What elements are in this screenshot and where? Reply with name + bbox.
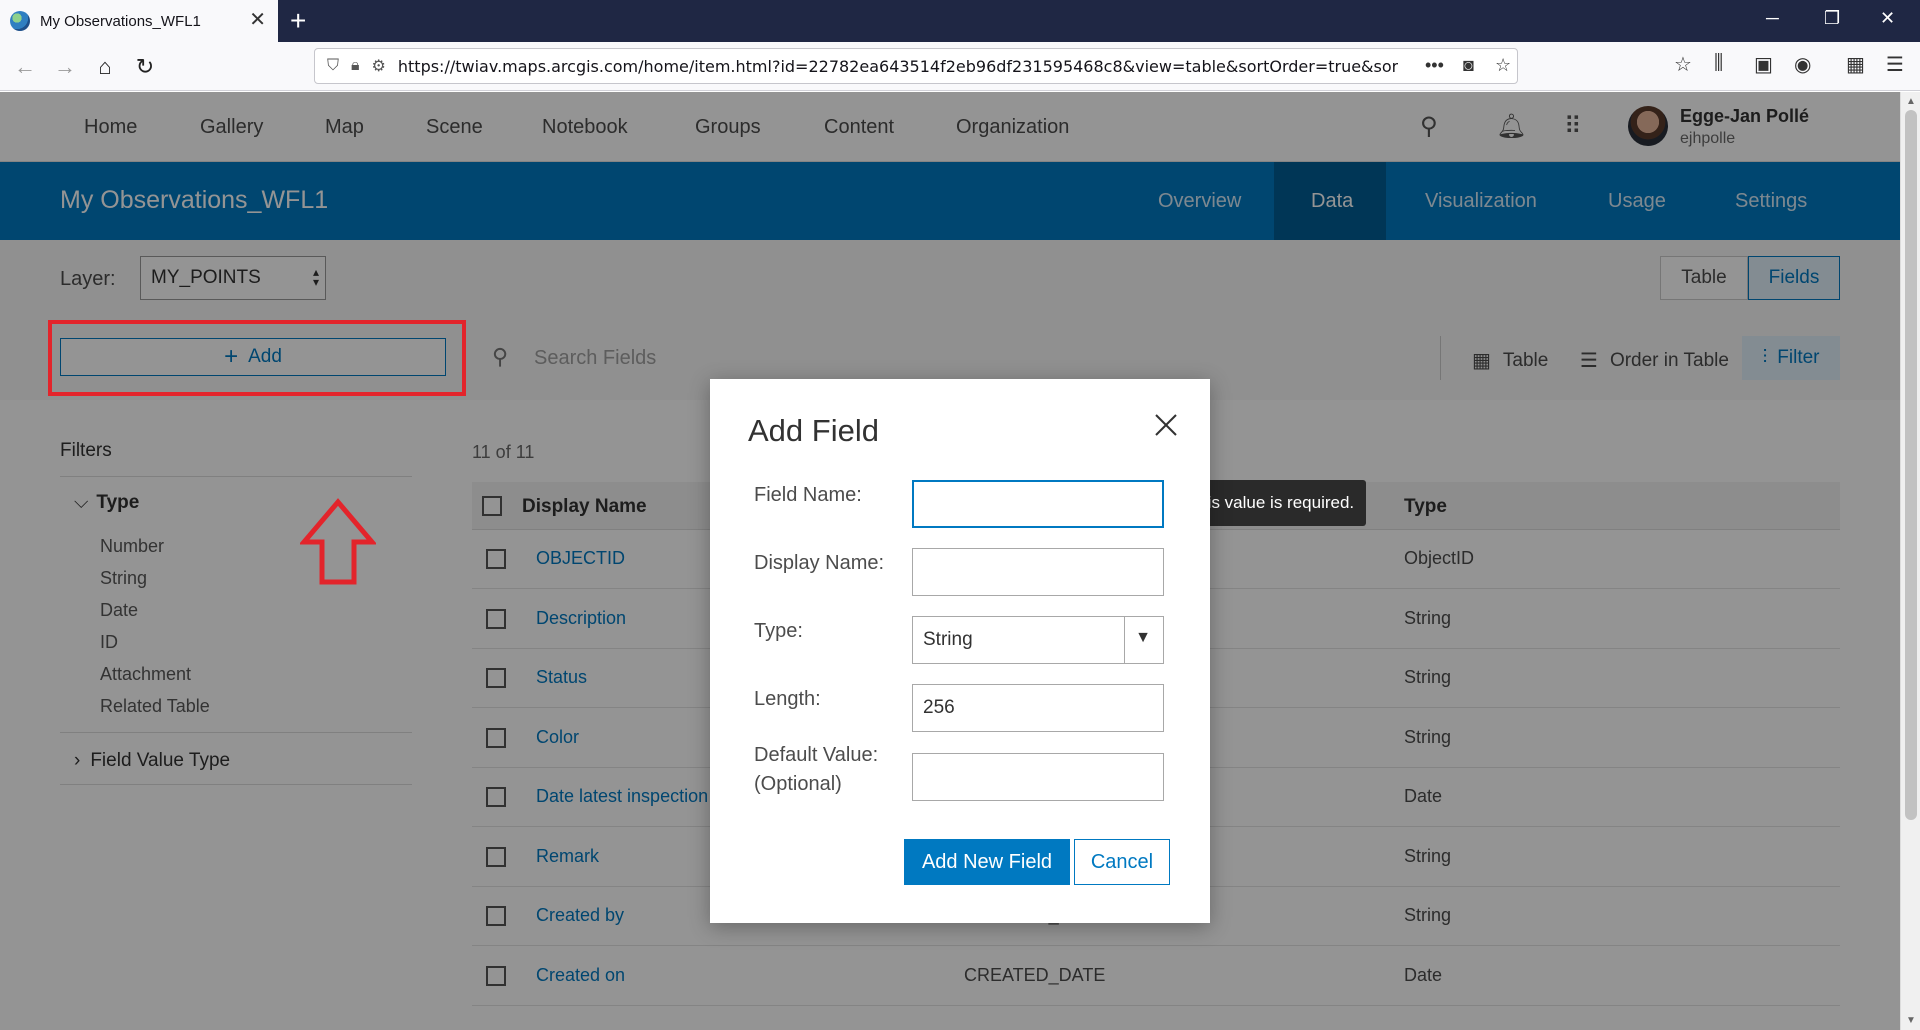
length-label: Length: [754,688,821,710]
dialog-title: Add Field [748,413,879,448]
add-new-field-button[interactable]: Add New Field [904,839,1070,885]
type-label: Type: [754,620,803,642]
arcgis-globe-icon [10,11,30,31]
red-highlight-box [48,320,466,396]
restore-icon[interactable]: ❐ [1824,8,1840,29]
extensions-icon[interactable]: ▦ [1846,52,1865,77]
default-optional-label: (Optional) [754,773,842,795]
minimize-icon[interactable]: ─ [1766,8,1779,29]
sidebar-icon[interactable]: ▣ [1754,52,1773,77]
display-name-label: Display Name: [754,552,885,574]
field-name-label: Field Name: [754,484,862,506]
cancel-button[interactable]: Cancel [1074,839,1170,885]
select-divider [1124,617,1125,663]
scroll-down-icon[interactable]: ▼ [1906,1015,1916,1026]
scroll-up-icon[interactable]: ▲ [1906,96,1916,107]
lock-icon[interactable]: 🔒︎ [351,57,360,75]
page-actions-icon[interactable]: ••• [1425,55,1444,76]
default-value-label: Default Value: [754,744,879,766]
field-name-input[interactable] [912,480,1164,528]
library-icon[interactable]: ⫼ [1714,52,1723,75]
browser-toolbar: ← → ⌂ ↻ ⛉ 🔒︎ ⚙ https://twiav.maps.arcgis… [0,42,1920,91]
reload-icon[interactable]: ↻ [128,50,162,84]
pocket-icon[interactable]: ◙ [1463,55,1474,76]
address-bar[interactable]: ⛉ 🔒︎ ⚙ https://twiav.maps.arcgis.com/hom… [314,48,1518,84]
browser-tab-title: My Observations_WFL1 [40,12,201,30]
arcgis-page: Home Gallery Map Scene Notebook Groups C… [0,92,1900,1030]
type-select[interactable]: String ▼ [912,616,1164,664]
browser-tab-bar: My Observations_WFL1 ✕ + ─ ❐ ✕ [0,0,1920,42]
permissions-icon[interactable]: ⚙ [372,56,386,76]
forward-icon[interactable]: → [48,50,82,84]
window-close-icon[interactable]: ✕ [1880,8,1895,29]
add-field-dialog: Add Field Field Name: Display Name: Type… [710,379,1210,923]
menu-icon[interactable]: ☰ [1886,52,1904,77]
bookmark-star-icon[interactable]: ☆ [1495,55,1511,76]
account-icon[interactable]: ◉ [1794,52,1811,77]
shield-icon[interactable]: ⛉ [327,57,339,75]
back-icon[interactable]: ← [8,50,42,84]
bookmarks-icon[interactable]: ☆ [1674,52,1692,77]
scrollbar-thumb[interactable] [1905,110,1917,820]
page-scrollbar[interactable]: ▲ ▼ [1900,92,1920,1030]
dropdown-arrow-icon: ▼ [1135,629,1151,646]
display-name-input[interactable] [912,548,1164,596]
home-icon[interactable]: ⌂ [88,50,122,84]
type-select-value: String [923,629,973,650]
new-tab-icon[interactable]: + [290,6,306,36]
browser-tab[interactable]: My Observations_WFL1 ✕ [0,0,278,42]
red-arrow-up-icon [300,498,376,585]
length-input[interactable]: 256 [912,684,1164,732]
default-value-input[interactable] [912,753,1164,801]
url-text[interactable]: https://twiav.maps.arcgis.com/home/item.… [398,57,1398,76]
close-icon[interactable] [1150,409,1182,441]
tab-close-icon[interactable]: ✕ [249,10,266,30]
